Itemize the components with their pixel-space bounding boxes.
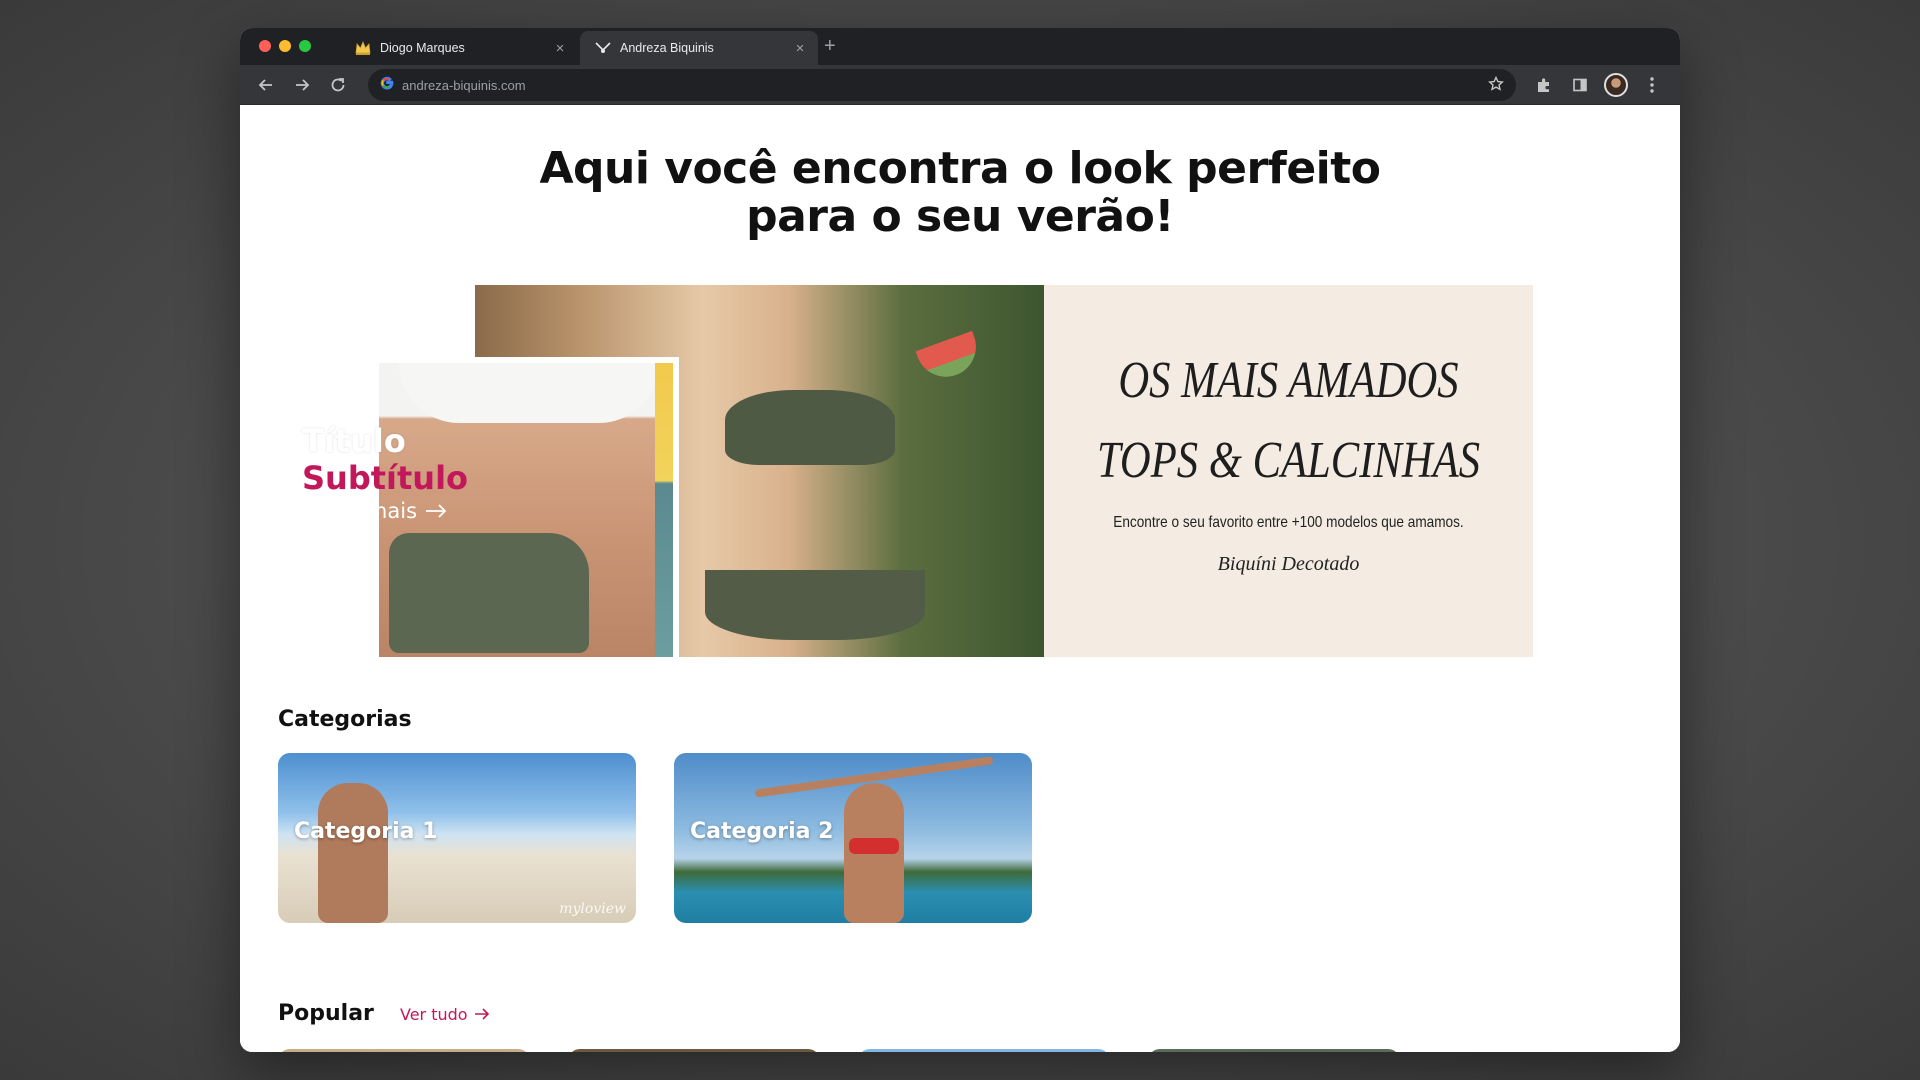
hero-title-line-2: para o seu verão!	[746, 191, 1174, 242]
category-card-2[interactable]: Categoria 2	[674, 753, 1032, 923]
promo-banner[interactable]: OS MAIS AMADOS TOPS & CALCINHAS Encontre…	[379, 285, 1533, 657]
popular-heading: Popular	[278, 1001, 374, 1026]
banner-text-panel: OS MAIS AMADOS TOPS & CALCINHAS Encontre…	[1044, 285, 1533, 657]
minimize-window-button[interactable]	[279, 40, 291, 52]
menu-kebab-icon[interactable]	[1640, 73, 1664, 97]
hero-overlay: Título Subtítulo Saiba mais	[302, 423, 468, 523]
beach-stripe-shape	[655, 363, 673, 657]
avatar	[1604, 73, 1628, 97]
tab-title: Andreza Biquinis	[620, 41, 714, 55]
see-all-label: Ver tudo	[400, 1005, 468, 1024]
tab-diogo-marques[interactable]: Diogo Marques ×	[340, 31, 578, 65]
side-panel-icon[interactable]	[1568, 73, 1592, 97]
learn-more-link[interactable]: Saiba mais	[302, 499, 468, 523]
url-text: andreza-biquinis.com	[402, 77, 526, 93]
profile-avatar[interactable]	[1604, 73, 1628, 97]
shirt-shape	[399, 363, 659, 423]
category-label: Categoria 1	[294, 819, 438, 844]
browser-toolbar: andreza-biquinis.com	[240, 65, 1680, 105]
banner-headline-1: OS MAIS AMADOS	[1118, 352, 1459, 409]
close-window-button[interactable]	[259, 40, 271, 52]
reload-icon[interactable]	[326, 73, 350, 97]
category-card-1[interactable]: Categoria 1 myloview	[278, 753, 636, 923]
tab-title: Diogo Marques	[380, 41, 465, 55]
bikini-bottom-shape	[705, 570, 925, 640]
new-tab-button[interactable]: +	[824, 35, 836, 58]
image-watermark: myloview	[559, 901, 626, 917]
hero-title-line-1: Aqui você encontra o look perfeito	[539, 143, 1382, 194]
page-content: Aqui você encontra o look perfeito para …	[240, 105, 1680, 1052]
bikini-top-shape	[725, 390, 895, 465]
close-tab-icon[interactable]: ×	[792, 40, 808, 57]
learn-more-label: Saiba mais	[302, 499, 418, 523]
beach-people-shape	[318, 783, 388, 923]
bikini-bottom-shape	[389, 533, 589, 653]
google-g-icon	[380, 76, 394, 95]
maximize-window-button[interactable]	[299, 40, 311, 52]
overlay-title: Título	[302, 422, 406, 460]
browser-window: Diogo Marques × Andreza Biquinis × + and…	[240, 28, 1680, 1052]
extensions-puzzle-icon[interactable]	[1532, 73, 1556, 97]
category-label: Categoria 2	[690, 819, 834, 844]
product-card[interactable]	[278, 1049, 530, 1052]
product-card[interactable]	[858, 1049, 1110, 1052]
see-all-link[interactable]: Ver tudo	[400, 1005, 490, 1024]
crown-icon	[354, 40, 372, 56]
arrow-right-icon	[425, 499, 447, 523]
address-bar[interactable]: andreza-biquinis.com	[368, 69, 1516, 101]
window-controls	[259, 40, 311, 52]
banner-description: Encontre o seu favorito entre +100 model…	[1113, 514, 1464, 531]
forward-arrow-icon[interactable]	[290, 73, 314, 97]
categories-heading: Categorias	[278, 707, 412, 732]
arrow-right-icon	[474, 1005, 490, 1024]
close-tab-icon[interactable]: ×	[552, 40, 568, 57]
product-card[interactable]	[1148, 1049, 1400, 1052]
bookmark-star-icon[interactable]	[1488, 75, 1504, 97]
back-arrow-icon[interactable]	[254, 73, 278, 97]
hero-title: Aqui você encontra o look perfeito para …	[240, 145, 1680, 241]
bikini-logo-icon	[594, 40, 612, 56]
banner-headline-2: TOPS & CALCINHAS	[1096, 432, 1481, 489]
watermelon-shape	[915, 330, 985, 386]
red-bikini-shape	[849, 838, 899, 854]
tab-andreza-biquinis[interactable]: Andreza Biquinis ×	[580, 31, 818, 65]
tab-strip: Diogo Marques × Andreza Biquinis × +	[240, 28, 1680, 65]
banner-product-name: Biquíni Decotado	[1217, 553, 1360, 575]
overlay-subtitle: Subtítulo	[302, 459, 469, 497]
product-card[interactable]	[568, 1049, 820, 1052]
